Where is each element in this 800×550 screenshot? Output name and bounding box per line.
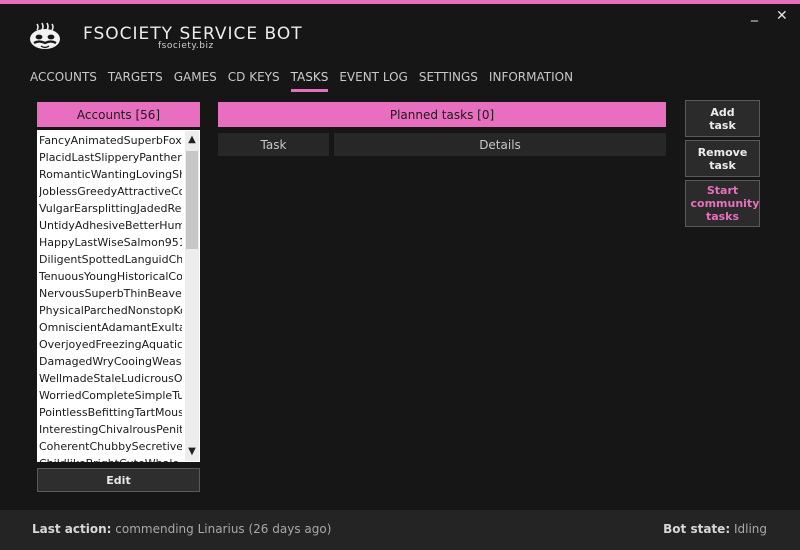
account-list-item[interactable]: FancyAnimatedSuperbFox9	[39, 132, 182, 149]
edit-button[interactable]: Edit	[37, 468, 200, 492]
account-list-item[interactable]: ChildlikeBrightCuteWhale	[39, 455, 182, 462]
account-list-item[interactable]: PlacidLastSlipperyPanther8	[39, 149, 182, 166]
account-list-item[interactable]: InterestingChivalrousPenite	[39, 421, 182, 438]
account-list-item[interactable]: DamagedWryCooingWease	[39, 353, 182, 370]
app-subtitle: fsociety.biz	[158, 41, 214, 51]
account-list-item[interactable]: TenuousYoungHistoricalCo	[39, 268, 182, 285]
planned-tasks-header: Planned tasks [0]	[218, 102, 666, 127]
minimize-button[interactable]: _	[751, 6, 758, 22]
account-list-item[interactable]: DiligentSpottedLanguidChi	[39, 251, 182, 268]
bot-state-value: Idling	[733, 522, 767, 536]
tab-games[interactable]: GAMES	[174, 70, 217, 92]
account-list-item[interactable]: CoherentChubbySecretiveT	[39, 438, 182, 455]
remove-task-label: Remove task	[697, 145, 748, 172]
account-list-item[interactable]: PointlessBefittingTartMouse	[39, 404, 182, 421]
app-header: FSOCIETY SERVICE BOT fsociety.biz	[28, 22, 328, 58]
tab-information[interactable]: INFORMATION	[489, 70, 573, 92]
accounts-header: Accounts [56]	[37, 102, 200, 127]
tab-settings[interactable]: SETTINGS	[419, 70, 478, 92]
account-list-item[interactable]: RomanticWantingLovingShr	[39, 166, 182, 183]
column-details[interactable]: Details	[334, 133, 666, 156]
fsociety-mask-icon	[30, 22, 60, 49]
bot-state-label: Bot state:	[663, 522, 731, 536]
close-button[interactable]: ✕	[776, 8, 788, 24]
status-bar: Last action: commending Linarius (26 day…	[0, 510, 800, 550]
bot-state: Bot state: Idling	[663, 522, 767, 536]
accounts-scrollbar[interactable]: ▲ ▼	[185, 131, 199, 461]
last-action-label: Last action:	[32, 522, 112, 536]
start-community-tasks-button[interactable]: Start community tasks	[685, 180, 760, 227]
account-list-item[interactable]: NervousSuperbThinBeaver	[39, 285, 182, 302]
account-list-item[interactable]: JoblessGreedyAttractiveCo	[39, 183, 182, 200]
tab-event-log[interactable]: EVENT LOG	[339, 70, 408, 92]
account-list-item[interactable]: OmniscientAdamantExultan	[39, 319, 182, 336]
scroll-down-icon[interactable]: ▼	[185, 445, 199, 459]
account-list-item[interactable]: VulgarEarsplittingJadedRed	[39, 200, 182, 217]
tab-tasks[interactable]: TASKS	[290, 70, 329, 92]
top-accent-bar	[0, 0, 800, 4]
account-list-item[interactable]: UntidyAdhesiveBetterHum	[39, 217, 182, 234]
accounts-items: FancyAnimatedSuperbFox9 PlacidLastSlipper…	[39, 132, 182, 462]
tab-cd-keys[interactable]: CD KEYS	[228, 70, 280, 92]
add-task-label: Add task	[709, 105, 736, 132]
remove-task-button[interactable]: Remove task	[685, 140, 760, 177]
account-list-item[interactable]: HappyLastWiseSalmon951	[39, 234, 182, 251]
main-nav: ACCOUNTS TARGETS GAMES CD KEYS TASKS EVE…	[30, 70, 573, 92]
account-list-item[interactable]: OverjoyedFreezingAquaticC	[39, 336, 182, 353]
start-community-tasks-label: Start community tasks	[690, 184, 760, 223]
accounts-list[interactable]: FancyAnimatedSuperbFox9 PlacidLastSlipper…	[37, 130, 200, 462]
last-action: Last action: commending Linarius (26 day…	[32, 522, 331, 536]
scroll-thumb[interactable]	[186, 151, 198, 249]
scroll-up-icon[interactable]: ▲	[185, 133, 199, 147]
account-list-item[interactable]: WorriedCompleteSimpleTur	[39, 387, 182, 404]
account-list-item[interactable]: PhysicalParchedNonstopKo	[39, 302, 182, 319]
tab-targets[interactable]: TARGETS	[108, 70, 163, 92]
last-action-value: commending Linarius (26 days ago)	[115, 522, 332, 536]
account-list-item[interactable]: WellmadeStaleLudicrousOr	[39, 370, 182, 387]
add-task-button[interactable]: Add task	[685, 100, 760, 137]
column-task[interactable]: Task	[218, 133, 329, 156]
tab-accounts[interactable]: ACCOUNTS	[30, 70, 97, 92]
